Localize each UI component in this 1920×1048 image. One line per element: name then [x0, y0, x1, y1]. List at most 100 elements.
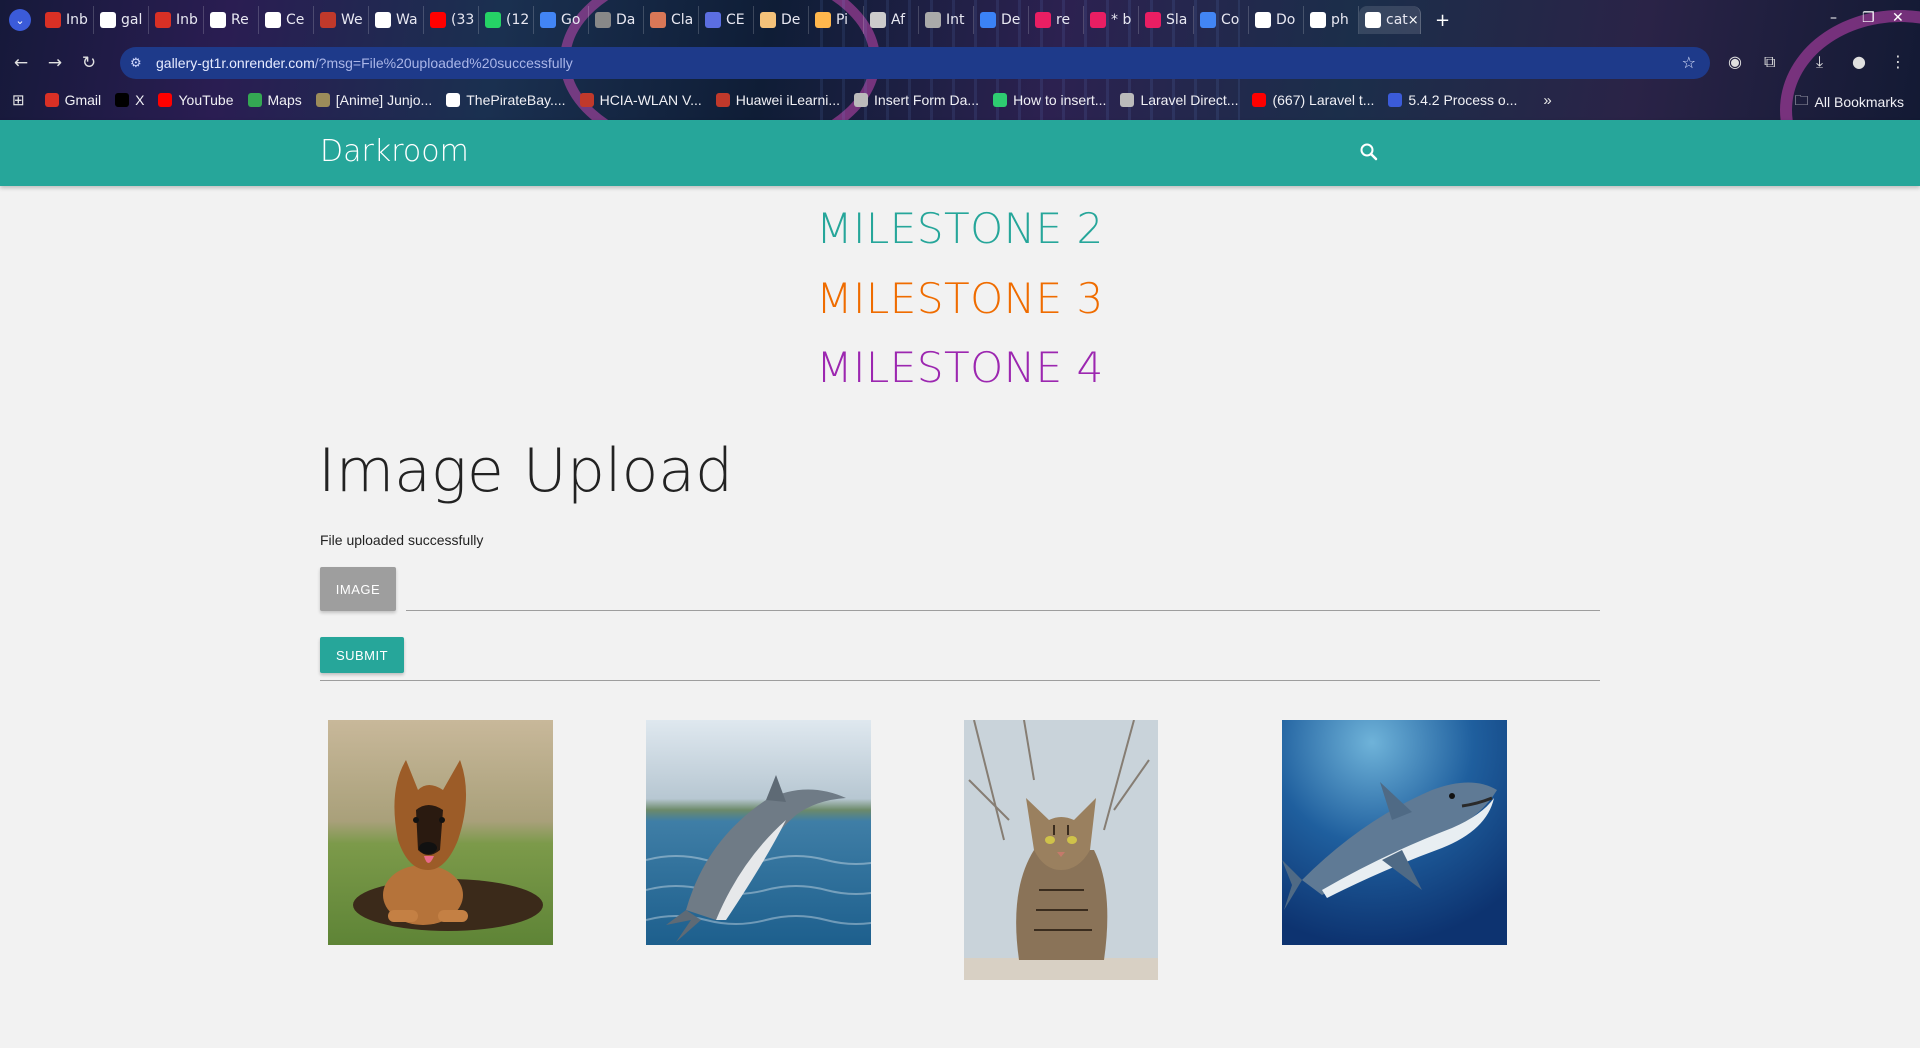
- brand-logo[interactable]: Darkroom: [320, 134, 469, 169]
- tab[interactable]: Ce: [259, 6, 314, 34]
- gallery-image-dolphin[interactable]: [646, 720, 871, 945]
- tabs: Inb gal Inb Re Ce We Wa (33 (12 Go Da Cla CE De Pi Af In…: [39, 6, 1421, 34]
- back-icon[interactable]: ←: [4, 53, 38, 73]
- tab-title: * b: [1111, 12, 1132, 28]
- tab-favicon-icon: [485, 12, 501, 28]
- bookmark-label: How to insert...: [1013, 92, 1107, 108]
- close-window-icon[interactable]: ✕: [1892, 10, 1904, 26]
- bookmark-favicon-icon: [579, 93, 594, 107]
- tab-favicon-icon: [1255, 12, 1271, 28]
- tab-title: Inb: [176, 12, 198, 28]
- tab[interactable]: Co: [1194, 6, 1249, 34]
- bookmark-item[interactable]: ThePirateBay....: [446, 92, 566, 108]
- tab[interactable]: ph: [1304, 6, 1359, 34]
- tab-title: cat: [1386, 12, 1408, 28]
- search-icon[interactable]: [1357, 140, 1381, 164]
- bookmark-label: ThePirateBay....: [466, 92, 566, 108]
- url-text[interactable]: gallery-gt1r.onrender.com/?msg=File%20up…: [156, 55, 573, 71]
- bookmark-item[interactable]: X: [115, 92, 144, 108]
- tab-favicon-icon: [705, 12, 721, 28]
- tab-favicon-icon: [815, 12, 831, 28]
- new-tab-button[interactable]: +: [1435, 10, 1450, 31]
- bookmark-label: 5.4.2 Process o...: [1408, 92, 1518, 108]
- tab[interactable]: Af: [864, 6, 919, 34]
- tab[interactable]: (33: [424, 6, 479, 34]
- tab[interactable]: De: [974, 6, 1029, 34]
- tab-favicon-icon: [375, 12, 391, 28]
- gallery-image-cat[interactable]: [964, 720, 1158, 980]
- tab-favicon-icon: [45, 12, 61, 28]
- extensions-puzzle-icon[interactable]: ⧉: [1764, 52, 1775, 72]
- bookmark-favicon-icon: [993, 93, 1008, 107]
- bookmark-item[interactable]: HCIA-WLAN V...: [579, 92, 702, 108]
- bookmark-item[interactable]: Insert Form Da...: [854, 92, 979, 108]
- tab[interactable]: Re: [204, 6, 259, 34]
- bookmark-item[interactable]: How to insert...: [993, 92, 1106, 108]
- tab[interactable]: Inb: [149, 6, 204, 34]
- bookmark-item[interactable]: Gmail: [44, 92, 101, 108]
- page-title: Image Upload: [318, 436, 734, 506]
- tab[interactable]: Da: [589, 6, 644, 34]
- gallery-image-shark[interactable]: [1282, 720, 1507, 945]
- tab-close-icon[interactable]: ×: [1408, 13, 1419, 28]
- bookmark-favicon-icon: [854, 93, 869, 107]
- bookmark-item[interactable]: Maps: [247, 92, 302, 108]
- gallery-image-dog[interactable]: [328, 720, 553, 945]
- file-path-input[interactable]: [406, 567, 1600, 611]
- reload-icon[interactable]: ↻: [72, 53, 106, 73]
- address-bar[interactable]: ⚙ gallery-gt1r.onrender.com/?msg=File%20…: [120, 47, 1710, 79]
- all-bookmarks-folder[interactable]: 🗀 All Bookmarks: [1795, 90, 1904, 114]
- extension-icon[interactable]: ◉: [1728, 52, 1742, 71]
- bookmark-star-icon[interactable]: ☆: [1682, 53, 1696, 72]
- tab[interactable]: Wa: [369, 6, 424, 34]
- bookmark-label: HCIA-WLAN V...: [599, 92, 702, 108]
- bookmark-favicon-icon: [715, 93, 730, 107]
- status-message: File uploaded successfully: [320, 532, 484, 548]
- tab-active[interactable]: cat ×: [1359, 6, 1421, 34]
- bookmark-item[interactable]: Laravel Direct...: [1120, 92, 1238, 108]
- download-icon[interactable]: ⤓: [1816, 52, 1823, 72]
- bookmark-item[interactable]: 5.4.2 Process o...: [1388, 92, 1517, 108]
- bookmark-list: Gmail X YouTube Maps [Anime] Junjo... ThePira…: [44, 92, 1532, 108]
- bookmark-favicon-icon: [1388, 93, 1403, 107]
- tab[interactable]: Int: [919, 6, 974, 34]
- restore-icon[interactable]: ❐: [1862, 10, 1875, 26]
- bookmark-favicon-icon: [1252, 93, 1267, 107]
- tab-title: Do: [1276, 12, 1296, 28]
- bookmark-favicon-icon: [315, 93, 330, 107]
- browser-menu-icon[interactable]: ⋮: [1890, 52, 1906, 71]
- forward-icon[interactable]: →: [38, 53, 72, 73]
- site-info-icon[interactable]: ⚙: [130, 56, 156, 71]
- tab-title: Go: [561, 12, 581, 28]
- tab[interactable]: CE: [699, 6, 754, 34]
- tab[interactable]: Go: [534, 6, 589, 34]
- bookmark-item[interactable]: [Anime] Junjo...: [315, 92, 432, 108]
- submit-button[interactable]: SUBMIT: [320, 637, 404, 673]
- bookmark-favicon-icon: [158, 93, 173, 107]
- tab[interactable]: Cla: [644, 6, 699, 34]
- tab[interactable]: Pi: [809, 6, 864, 34]
- tab[interactable]: (12: [479, 6, 534, 34]
- bookmark-favicon-icon: [115, 93, 130, 107]
- bookmark-item[interactable]: Huawei iLearni...: [715, 92, 840, 108]
- tab-title: ph: [1331, 12, 1349, 28]
- tab[interactable]: * b: [1084, 6, 1139, 34]
- tab-search-icon[interactable]: ⌄: [9, 9, 31, 31]
- milestone-3-heading: MILESTONE 3: [816, 274, 1104, 323]
- bookmark-item[interactable]: YouTube: [158, 92, 234, 108]
- tab[interactable]: Sla: [1139, 6, 1194, 34]
- more-bookmarks-icon[interactable]: »: [1543, 92, 1551, 109]
- tab[interactable]: We: [314, 6, 369, 34]
- tab[interactable]: Inb: [39, 6, 94, 34]
- apps-grid-icon[interactable]: ⊞: [12, 91, 25, 109]
- profile-avatar[interactable]: ●: [1852, 52, 1866, 71]
- tab[interactable]: De: [754, 6, 809, 34]
- bookmark-item[interactable]: (667) Laravel t...: [1252, 92, 1374, 108]
- tab[interactable]: re: [1029, 6, 1084, 34]
- tab[interactable]: gal: [94, 6, 149, 34]
- tab-title: (12: [506, 12, 530, 28]
- divider: [320, 680, 1600, 681]
- minimize-icon[interactable]: –: [1830, 10, 1837, 26]
- tab[interactable]: Do: [1249, 6, 1304, 34]
- image-file-button[interactable]: IMAGE: [320, 567, 396, 611]
